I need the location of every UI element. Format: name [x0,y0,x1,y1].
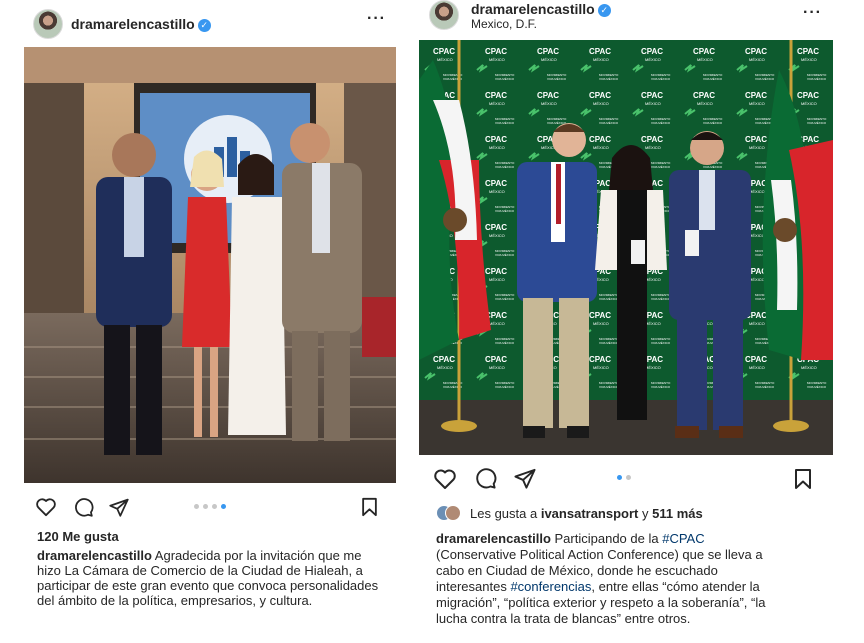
comment-icon[interactable] [474,467,497,490]
like-heart-icon[interactable] [433,468,457,490]
caption-username[interactable]: dramarelencastillo [436,531,551,546]
username-link[interactable]: dramarelencastillo ✓ [471,1,611,17]
action-bar [419,466,833,496]
share-icon[interactable] [513,467,537,490]
caption-text: participar de este gran evento que convo… [37,578,379,593]
comment-icon[interactable] [73,497,94,518]
verified-icon: ✓ [197,19,211,32]
liked-by-connector: y [642,506,649,521]
post-caption: dramarelencastillo Participando de la #C… [436,531,832,627]
carousel-dot [194,504,199,509]
likes-label: Me gusta [62,529,119,544]
username-link[interactable]: dramarelencastillo ✓ [71,16,211,32]
post-caption: dramarelencastillo Agradecida por la inv… [37,548,402,608]
carousel-dot [212,504,217,509]
likes-count[interactable]: 120 Me gusta [37,529,119,544]
caption-line: dramarelencastillo Participando de la #C… [436,531,832,547]
liked-by[interactable]: Les gusta a ivansatransport y 511 más [436,505,703,521]
liked-by-user[interactable]: ivansatransport [541,506,639,521]
verified-icon: ✓ [597,4,611,17]
caption-text: migración”, “política exterior y respeto… [436,595,766,610]
carousel-dot-active [617,475,622,480]
caption-text: cabo en Ciudad de México, donde he escuc… [436,563,718,578]
liker-avatar [445,505,461,521]
caption-text: Agradecida por la invitación que me [154,548,362,563]
liked-by-avatars [436,505,462,521]
username-text[interactable]: dramarelencastillo [471,1,595,17]
caption-text: hizo La Cámara de Comercio de la Ciudad … [37,563,363,578]
avatar[interactable] [33,9,63,39]
hashtag-conferencias[interactable]: #conferencias [510,579,591,594]
liked-by-more[interactable]: 511 más [652,506,703,521]
carousel-dot [203,504,208,509]
bookmark-icon[interactable] [794,468,812,490]
post-header: dramarelencastillo ✓ ··· [24,0,396,46]
post-photo[interactable]: CPAC MÉXICO MOVIMIENTO VIVA MÉXICO [419,40,833,455]
caption-text: del ámbito de la política, empresarios, … [37,593,313,608]
more-options-icon[interactable]: ··· [367,10,386,28]
like-heart-icon[interactable] [35,497,57,517]
carousel-indicator [617,475,631,480]
avatar[interactable] [429,0,459,30]
likes-number: 120 [37,529,59,544]
liked-by-prefix: Les gusta a [470,506,538,521]
photo-image [24,47,396,483]
more-options-icon[interactable]: ··· [803,4,822,22]
caption-line: dramarelencastillo Agradecida por la inv… [37,548,402,563]
post-hialeah: dramarelencastillo ✓ ··· 120 Me gusta dr… [24,0,396,608]
post-photo[interactable] [24,47,396,483]
location-link[interactable]: Mexico, D.F. [471,17,537,31]
action-bar [24,495,396,525]
carousel-indicator [194,504,226,509]
share-icon[interactable] [108,497,130,518]
caption-text: lucha contra la trata de blancas” entre … [436,611,691,626]
caption-line: interesantes #conferencias, entre ellas … [436,579,832,595]
photo-image: CPAC MÉXICO MOVIMIENTO VIVA MÉXICO [419,40,833,455]
caption-text: Participando de la [554,531,659,546]
post-cpac-mexico: dramarelencastillo✓ Mexico, D.F. ··· CPA… [419,0,833,626]
caption-text: interesantes [436,579,507,594]
hashtag-cpac[interactable]: #CPAC [662,531,704,546]
username-text[interactable]: dramarelencastillo [71,16,195,32]
carousel-dot-active [221,504,226,509]
caption-text: (Conservative Political Action Conferenc… [436,547,763,562]
bookmark-icon[interactable] [361,497,378,517]
carousel-dot [626,475,631,480]
caption-username[interactable]: dramarelencastillo [37,548,152,563]
caption-text: , entre ellas “cómo atender la [591,579,760,594]
